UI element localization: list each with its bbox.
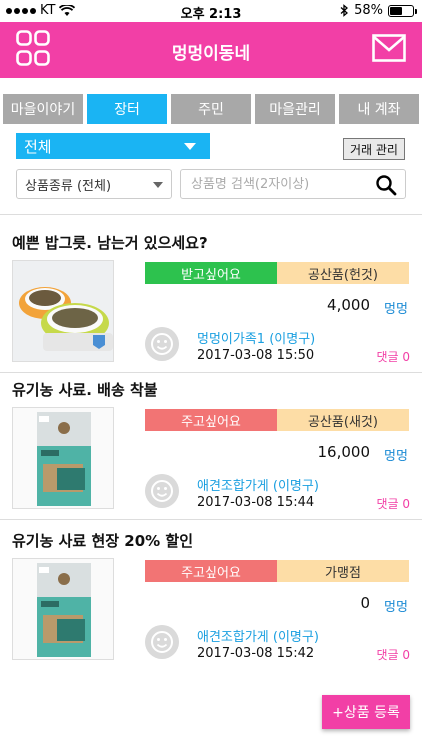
price-value: 0: [360, 594, 370, 612]
product-image-feed-bag[interactable]: [12, 407, 114, 509]
seller-name-link[interactable]: 애견조합가게 (이명구): [197, 626, 319, 645]
currency-unit: 멍멍: [384, 449, 408, 464]
tab-village-story[interactable]: 마을이야기: [3, 94, 83, 124]
app-header: 멍멍이동네: [0, 22, 422, 78]
tab-bar: 마을이야기 장터 주민 마을관리 내 계좌: [0, 94, 422, 124]
product-image-bowl[interactable]: [12, 260, 114, 362]
listing-date: 2017-03-08 15:42: [197, 646, 315, 661]
avatar-smiley-icon[interactable]: [145, 327, 179, 361]
divider: [0, 214, 422, 215]
avatar-smiley-icon[interactable]: [145, 625, 179, 659]
comment-count[interactable]: 댓글 0: [376, 495, 410, 512]
product-kind-badge: 공산품(새것): [277, 409, 409, 431]
chevron-down-icon: [153, 182, 163, 188]
trade-type-badge: 받고싶어요: [145, 262, 277, 284]
listing-date: 2017-03-08 15:50: [197, 348, 315, 363]
price-value: 16,000: [317, 443, 371, 461]
price-value: 4,000: [327, 296, 370, 314]
comment-count[interactable]: 댓글 0: [376, 348, 410, 365]
currency-unit: 멍멍: [384, 302, 408, 317]
seller-name-link[interactable]: 멍멍이가족1 (이명구): [197, 328, 315, 347]
add-product-button[interactable]: +상품 등록: [322, 695, 410, 729]
divider: [0, 372, 422, 373]
divider: [0, 519, 422, 520]
status-right: 58%: [340, 3, 417, 18]
search-box: [180, 169, 406, 199]
feed-bag-image: [13, 559, 113, 659]
listing-tags: 주고싶어요 공산품(새것): [145, 409, 409, 431]
battery-percent: 58%: [354, 3, 383, 18]
mail-icon: [372, 34, 406, 62]
trade-type-badge: 주고싶어요: [145, 409, 277, 431]
messages-button[interactable]: [372, 34, 406, 62]
region-select-value: 전체: [24, 137, 52, 156]
page-title: 멍멍이동네: [171, 44, 251, 64]
category-select[interactable]: 상품종류 (전체): [16, 169, 172, 199]
listing-date: 2017-03-08 15:44: [197, 495, 315, 510]
status-bar: KT 오후 2:13 58%: [0, 0, 422, 22]
product-kind-badge: 공산품(헌것): [277, 262, 409, 284]
listing-title[interactable]: 유기농 사료 현장 20% 할인: [12, 530, 193, 551]
comment-count[interactable]: 댓글 0: [376, 646, 410, 663]
bowl-image: [13, 261, 113, 361]
seller-name-link[interactable]: 애견조합가게 (이명구): [197, 475, 319, 494]
search-icon[interactable]: [375, 174, 397, 196]
avatar-smiley-icon[interactable]: [145, 474, 179, 508]
bluetooth-icon: [340, 4, 349, 17]
region-select[interactable]: 전체: [16, 133, 210, 159]
listing-tags: 받고싶어요 공산품(헌것): [145, 262, 409, 284]
tab-market[interactable]: 장터: [87, 94, 167, 124]
tab-village-manage[interactable]: 마을관리: [255, 94, 335, 124]
product-kind-badge: 가맹점: [277, 560, 409, 582]
battery-icon: [388, 4, 417, 17]
listing-tags: 주고싶어요 가맹점: [145, 560, 409, 582]
listing-title[interactable]: 예쁜 밥그릇. 남는거 있으세요?: [12, 232, 208, 253]
trade-manage-button[interactable]: 거래 관리: [343, 138, 405, 160]
trade-type-badge: 주고싶어요: [145, 560, 277, 582]
search-input[interactable]: [191, 176, 371, 192]
dropdown-caret-icon: [184, 143, 196, 150]
tab-my-account[interactable]: 내 계좌: [339, 94, 419, 124]
feed-bag-image: [13, 408, 113, 508]
currency-unit: 멍멍: [384, 600, 408, 615]
product-image-feed-bag[interactable]: [12, 558, 114, 660]
category-select-value: 상품종류 (전체): [25, 178, 112, 194]
listing-title[interactable]: 유기농 사료. 배송 착불: [12, 379, 158, 400]
tab-residents[interactable]: 주민: [171, 94, 251, 124]
